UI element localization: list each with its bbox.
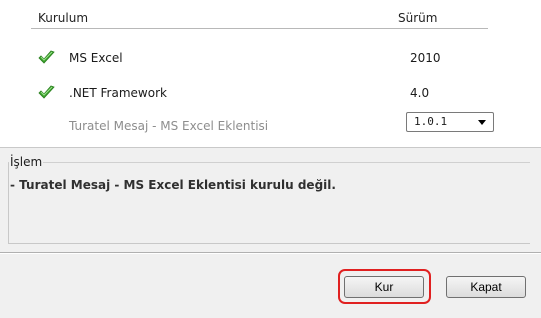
components-panel: Kurulum Sürüm MS Excel 2010 .NET Framewo… bbox=[0, 0, 541, 147]
component-row-net-framework: .NET Framework 4.0 bbox=[0, 84, 541, 104]
header-install: Kurulum bbox=[38, 11, 89, 25]
operation-group bbox=[8, 162, 530, 244]
version-select-value: 1.0.1 bbox=[414, 115, 448, 128]
version-select[interactable]: 1.0.1 bbox=[406, 112, 494, 132]
component-version: 2010 bbox=[410, 51, 441, 65]
install-button[interactable]: Kur bbox=[344, 276, 424, 298]
chevron-down-icon[interactable] bbox=[478, 120, 486, 125]
component-version: 4.0 bbox=[410, 86, 430, 100]
component-row-ms-excel: MS Excel 2010 bbox=[0, 49, 541, 69]
header-version: Sürüm bbox=[398, 11, 438, 25]
header-divider bbox=[31, 28, 488, 29]
divider bbox=[0, 147, 541, 148]
checkmark-icon bbox=[38, 85, 55, 99]
close-button[interactable]: Kapat bbox=[446, 276, 526, 298]
divider-highlight bbox=[0, 253, 541, 254]
component-name: Turatel Mesaj - MS Excel Eklentisi bbox=[69, 119, 269, 133]
component-name: .NET Framework bbox=[69, 86, 167, 100]
component-name: MS Excel bbox=[69, 51, 123, 65]
checkmark-icon bbox=[38, 50, 55, 64]
operation-title: İşlem bbox=[9, 155, 44, 169]
operation-message: - Turatel Mesaj - MS Excel Eklentisi kur… bbox=[10, 178, 336, 192]
